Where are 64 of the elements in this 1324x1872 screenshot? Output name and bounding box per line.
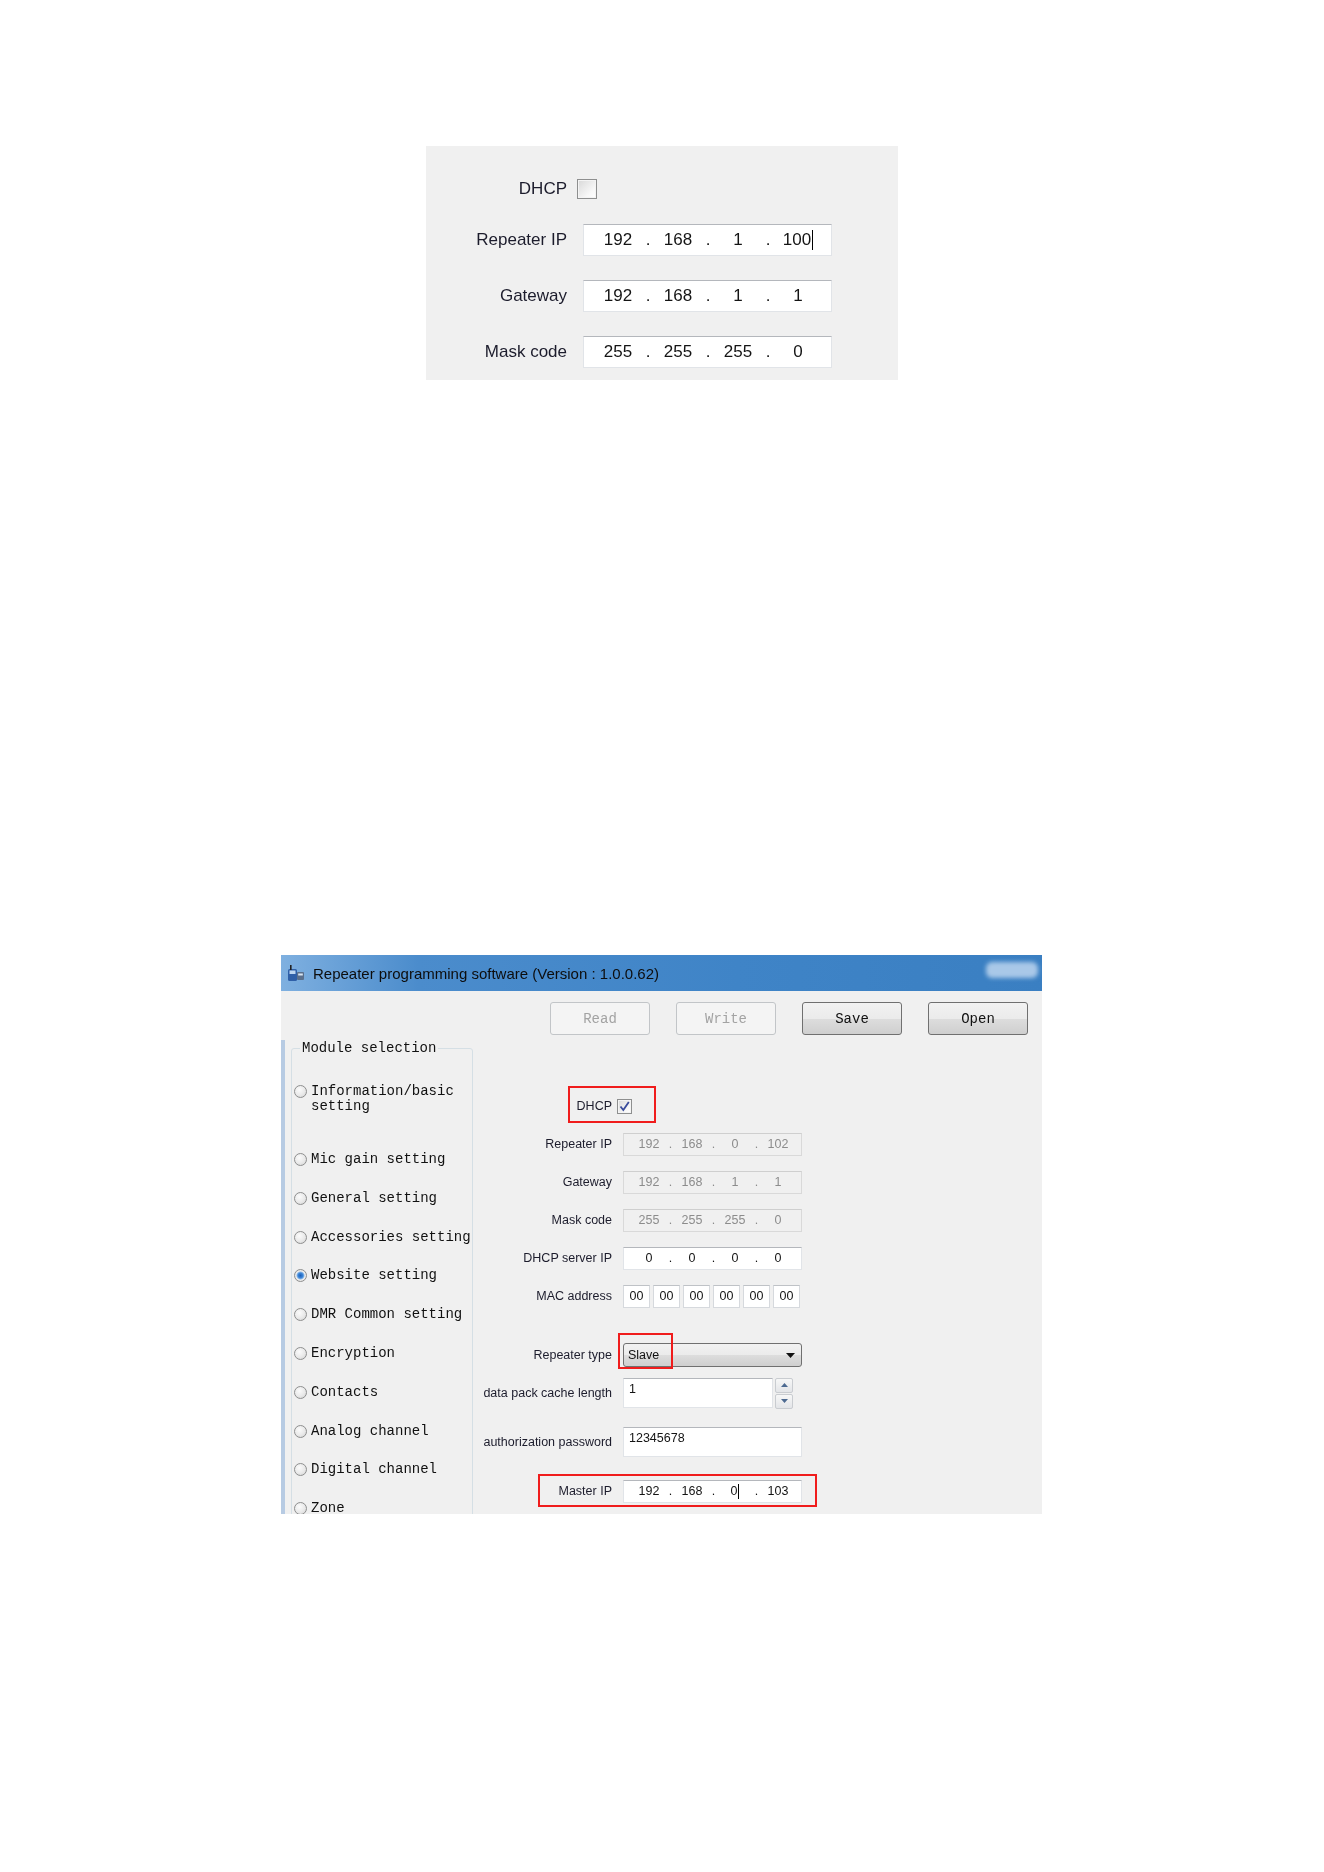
field-label: Repeater type (533, 1348, 612, 1362)
field-label: Master IP (558, 1484, 612, 1498)
field-label: Gateway (562, 1175, 612, 1189)
module-option[interactable]: Contacts (294, 1384, 379, 1400)
number-field[interactable]: 1 (623, 1377, 773, 1408)
field-label: DHCP server IP (523, 1251, 612, 1265)
radio-button[interactable] (294, 1269, 307, 1283)
module-option[interactable]: Mic gain setting (294, 1152, 446, 1167)
ip-address-field[interactable]: 0 . 0 . 0 . 0 (623, 1246, 802, 1270)
field-label: Repeater IP (545, 1137, 612, 1151)
spin-up-button[interactable] (775, 1377, 793, 1393)
checkbox[interactable] (617, 1098, 632, 1114)
triangle-down-icon (780, 1399, 788, 1403)
group-title: Module selection (301, 1040, 438, 1056)
field-label: Repeater IP (476, 230, 567, 250)
radio-button[interactable] (294, 1153, 307, 1166)
module-option[interactable]: Accessories setting (294, 1229, 471, 1245)
module-option[interactable]: Information/basic setting (294, 1084, 472, 1114)
radio-button[interactable] (294, 1347, 307, 1360)
mac-byte-field[interactable]: 00 (623, 1284, 650, 1308)
triangle-up-icon (780, 1383, 788, 1387)
module-option[interactable]: DMR Common setting (294, 1307, 463, 1323)
blurred-patch (986, 962, 1038, 978)
ip-address-field[interactable]: 192 . 168 . 1 . 100 (583, 224, 832, 256)
mac-byte-field[interactable]: 00 (683, 1284, 710, 1308)
module-option[interactable]: Website setting (294, 1268, 438, 1284)
field-label: Mask code (484, 342, 567, 362)
spin-down-button[interactable] (775, 1393, 793, 1409)
checkbox[interactable] (577, 179, 597, 199)
radio-device-icon (287, 964, 305, 982)
mac-byte-field[interactable]: 00 (773, 1284, 800, 1308)
radio-button[interactable] (294, 1424, 307, 1438)
dropdown[interactable]: Slave (623, 1343, 802, 1367)
mac-byte-field[interactable]: 00 (743, 1284, 770, 1308)
mac-byte-field[interactable]: 00 (653, 1284, 680, 1308)
radio-button[interactable] (294, 1230, 307, 1244)
radio-button[interactable] (294, 1502, 307, 1514)
ip-address-field[interactable]: 255 . 255 . 255 . 0 (583, 336, 832, 368)
window-title: Repeater programming software (Version : 1.0.0.62) (313, 964, 659, 982)
field-label: DHCP (576, 1099, 612, 1113)
input-field[interactable]: 12345678 (623, 1427, 802, 1457)
field-label: MAC address (536, 1289, 612, 1303)
module-option[interactable]: Digital channel (294, 1462, 438, 1478)
module-option[interactable]: Analog channel (294, 1423, 429, 1439)
radio-button[interactable] (294, 1085, 307, 1098)
field-label: Gateway (499, 286, 567, 306)
radio-button[interactable] (294, 1191, 307, 1205)
field-label: data pack cache length (483, 1386, 612, 1400)
module-option[interactable]: Zone (294, 1501, 345, 1514)
module-option[interactable]: General setting (294, 1190, 438, 1206)
toolbar-button[interactable]: Save (802, 1002, 902, 1035)
tick-icon (619, 1100, 630, 1112)
radio-button[interactable] (294, 1385, 307, 1399)
radio-button[interactable] (294, 1308, 307, 1322)
field-label: DHCP (518, 179, 567, 199)
radio-button[interactable] (294, 1463, 307, 1477)
field-label: authorization password (483, 1435, 612, 1449)
mac-byte-field[interactable]: 00 (713, 1284, 740, 1308)
ip-address-field[interactable]: 192 . 168 . 0 . 103 (623, 1479, 802, 1503)
field-label: Mask code (551, 1213, 612, 1227)
module-option[interactable]: Encryption (294, 1346, 395, 1361)
ip-address-field[interactable]: 192 . 168 . 1 . 1 (583, 280, 832, 312)
caret-down-icon (786, 1352, 795, 1358)
toolbar-button[interactable]: Open (928, 1002, 1028, 1035)
